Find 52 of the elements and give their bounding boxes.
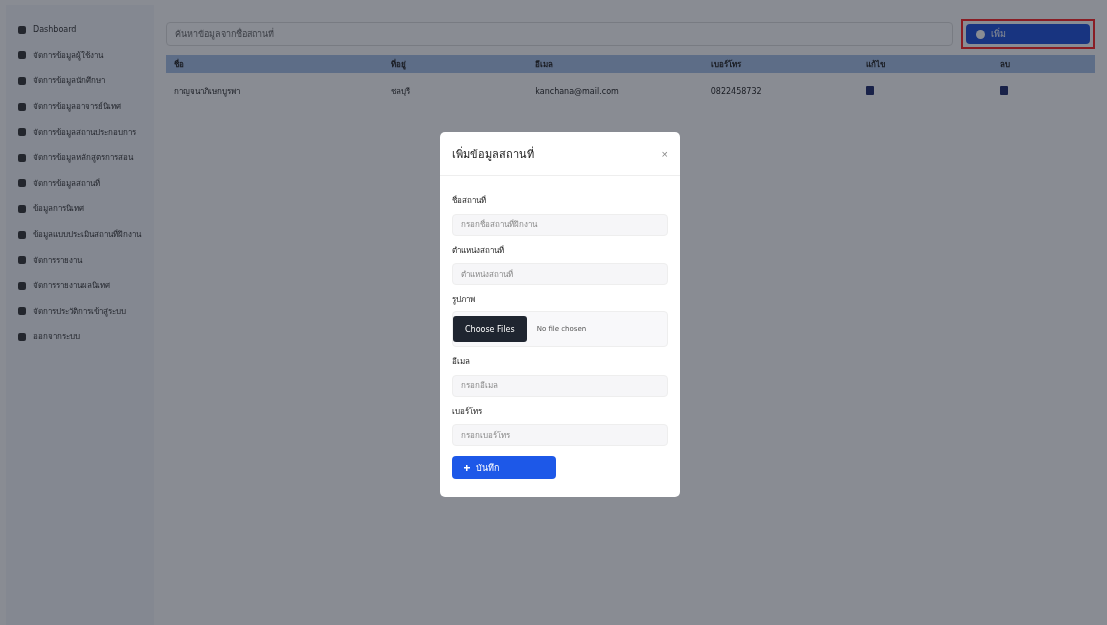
sidebar-item[interactable]: จัดการข้อมูลหลักสูตรการสอน xyxy=(6,144,154,171)
input-field[interactable]: กรอกอีเมล xyxy=(452,374,668,397)
column-header: ลบ xyxy=(991,55,1095,73)
menu-item-icon xyxy=(18,256,26,265)
menu-item-icon xyxy=(18,204,26,213)
column-header: ชื่อ xyxy=(166,55,383,73)
menu-item-icon xyxy=(18,179,26,188)
field-label: อีเมล xyxy=(452,356,471,368)
column-header: อีเมล xyxy=(527,55,703,73)
menu-item-icon xyxy=(18,25,26,34)
menu-item-icon xyxy=(18,230,26,239)
plus-icon xyxy=(464,464,470,471)
sidebar-item[interactable]: จัดการข้อมูลนักศึกษา xyxy=(6,68,154,94)
sidebar-item[interactable]: ข้อมูลการนิเทศ xyxy=(6,196,154,222)
sidebar-item[interactable]: จัดการประวัติการเข้าสู่ระบบ xyxy=(6,298,154,325)
input-field[interactable]: ตำแหน่งสถานที่ xyxy=(452,263,668,285)
menu-item-icon xyxy=(18,77,26,85)
menu-item-icon xyxy=(18,281,26,290)
sidebar-item[interactable]: ออกจากระบบ xyxy=(6,324,154,350)
menu-item-icon xyxy=(18,102,26,111)
input-field[interactable]: กรอกชื่อสถานที่ฝึกงาน xyxy=(452,213,668,236)
column-header: แก้ไข xyxy=(857,55,992,73)
menu-item-icon xyxy=(18,128,26,137)
column-header: เบอร์โทร xyxy=(702,55,858,73)
sidebar-item[interactable]: จัดการข้อมูลผู้ใช้งาน xyxy=(6,42,154,69)
sidebar-item[interactable]: จัดการรายงาน xyxy=(6,247,154,273)
choose-files-button[interactable]: Choose Files xyxy=(453,316,527,342)
table-cell: กาญจนาภิเษกบูรพา xyxy=(166,73,383,109)
menu-item-icon xyxy=(18,332,26,341)
menu-item-icon xyxy=(18,153,26,162)
sidebar-item[interactable]: จัดการรายงานผลนิเทศ xyxy=(6,272,154,299)
input-field[interactable]: กรอกเบอร์โทร xyxy=(452,424,668,446)
add-button[interactable]: เพิ่ม xyxy=(966,24,1090,44)
field-label: ชื่อสถานที่ xyxy=(452,194,487,207)
field-label: รูปภาพ xyxy=(452,294,476,306)
field-label: เบอร์โทร xyxy=(452,405,483,418)
sidebar-item[interactable]: จัดการข้อมูลสถานที่ xyxy=(6,170,154,197)
close-button[interactable]: × xyxy=(661,147,668,160)
table-cell: kanchana@mail.com xyxy=(527,73,703,109)
sidebar-item[interactable]: ข้อมูลแบบประเมินสถานที่ฝึกงาน xyxy=(6,221,154,248)
sidebar-item[interactable]: จัดการข้อมูลอาจารย์นิเทศ xyxy=(6,93,154,120)
modal-title: เพิ่มข้อมูลสถานที่ xyxy=(452,145,534,163)
column-header: ที่อยู่ xyxy=(382,55,528,73)
menu-item-icon xyxy=(18,51,26,60)
save-button[interactable]: บันทึก xyxy=(452,456,556,479)
field-label: ตำแหน่งสถานที่ xyxy=(452,244,505,257)
sidebar-item[interactable]: Dashboard xyxy=(6,17,154,43)
sidebar-item[interactable]: จัดการข้อมูลสถานประกอบการ xyxy=(6,119,154,145)
table-cell: 0822458732 xyxy=(702,73,858,109)
menu-item-icon xyxy=(18,307,26,316)
table-cell: ชลบุรี xyxy=(382,73,528,109)
search-field[interactable]: ค้นหาข้อมูลจากชื่อสถานที่ xyxy=(166,22,953,46)
